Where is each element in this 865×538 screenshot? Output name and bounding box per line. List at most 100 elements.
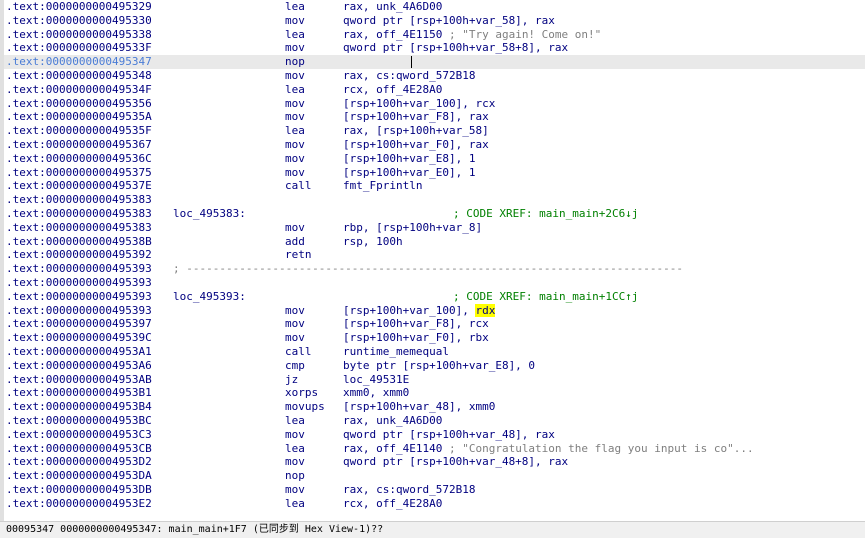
disasm-line[interactable]: .text:000000000049535F lea rax, [rsp+100h+… bbox=[4, 124, 865, 138]
operand-text[interactable]: [rsp+100h+var_E0], 1 bbox=[343, 166, 475, 179]
operand-text[interactable]: [rsp+100h+var_F0], rbx bbox=[343, 331, 489, 344]
disasm-line[interactable]: .text:000000000049534F lea rcx, off_4E28A0 bbox=[4, 83, 865, 97]
disasm-line[interactable]: .text:0000000000495329 lea rax, unk_4A6D00 bbox=[4, 0, 865, 14]
disasm-line[interactable]: .text:0000000000495383 bbox=[4, 193, 865, 207]
line-address[interactable]: .text:000000000049534F bbox=[6, 83, 152, 97]
instruction-mnemonic[interactable]: mov bbox=[285, 152, 305, 166]
disasm-line[interactable]: .text:000000000049533F mov qword ptr [rsp+… bbox=[4, 41, 865, 55]
instruction-operands[interactable]: fmt_Fprintln bbox=[343, 179, 422, 193]
instruction-operands[interactable]: loc_49531E bbox=[343, 373, 409, 387]
line-address[interactable]: .text:00000000004953E2 bbox=[6, 497, 152, 511]
disasm-line[interactable]: .text:00000000004953BC lea rax, unk_4A6D00 bbox=[4, 414, 865, 428]
disasm-line[interactable]: .text:00000000004953B1 xorps xmm0, xmm0 bbox=[4, 386, 865, 400]
instruction-operands[interactable]: rax, cs:qword_572B18 bbox=[343, 483, 475, 497]
disasm-line[interactable]: .text:000000000049537E call fmt_Fprintln bbox=[4, 179, 865, 193]
operand-text[interactable]: qword ptr [rsp+100h+var_58], rax bbox=[343, 14, 555, 27]
operand-text[interactable]: fmt_Fprintln bbox=[343, 179, 422, 192]
instruction-mnemonic[interactable]: mov bbox=[285, 221, 305, 235]
instruction-operands[interactable]: qword ptr [rsp+100h+var_48+8], rax bbox=[343, 455, 568, 469]
disasm-line[interactable]: .text:0000000000495347 nop bbox=[4, 55, 865, 69]
line-address[interactable]: .text:000000000049535A bbox=[6, 110, 152, 124]
disasm-line[interactable]: .text:0000000000495338 lea rax, off_4E1150… bbox=[4, 28, 865, 42]
line-address[interactable]: .text:0000000000495347 bbox=[6, 55, 152, 69]
instruction-operands[interactable]: rax, unk_4A6D00 bbox=[343, 414, 442, 428]
instruction-operands[interactable]: qword ptr [rsp+100h+var_58], rax bbox=[343, 14, 555, 28]
line-address[interactable]: .text:00000000004953D2 bbox=[6, 455, 152, 469]
operand-text[interactable]: [rsp+100h+var_100], rcx bbox=[343, 97, 495, 110]
instruction-operands[interactable]: byte ptr [rsp+100h+var_E8], 0 bbox=[343, 359, 535, 373]
disasm-line[interactable]: .text:00000000004953B4 movups [rsp+100h+va… bbox=[4, 400, 865, 414]
disasm-line[interactable]: .text:00000000004953A1 call runtime_memequ… bbox=[4, 345, 865, 359]
operand-text[interactable]: loc_49531E bbox=[343, 373, 409, 386]
operand-text[interactable]: qword ptr [rsp+100h+var_48], rax bbox=[343, 428, 555, 441]
line-address[interactable]: .text:0000000000495393 bbox=[6, 262, 152, 276]
line-address[interactable]: .text:0000000000495383 bbox=[6, 207, 152, 221]
instruction-mnemonic[interactable]: lea bbox=[285, 442, 305, 456]
line-address[interactable]: .text:0000000000495393 bbox=[6, 290, 152, 304]
operand-text[interactable]: rcx, off_4E28A0 bbox=[343, 83, 442, 96]
disasm-line[interactable]: .text:0000000000495348 mov rax, cs:qword_5… bbox=[4, 69, 865, 83]
instruction-operands[interactable]: rax, unk_4A6D00 bbox=[343, 0, 442, 14]
xref-comment[interactable]: ; CODE XREF: main_main+2C6↓j bbox=[453, 207, 638, 221]
instruction-mnemonic[interactable]: movups bbox=[285, 400, 325, 414]
instruction-mnemonic[interactable]: add bbox=[285, 235, 305, 249]
disasm-line[interactable]: .text:000000000049535A mov [rsp+100h+var_F… bbox=[4, 110, 865, 124]
instruction-operands[interactable]: [rsp+100h+var_F0], rbx bbox=[343, 331, 489, 345]
instruction-mnemonic[interactable]: retn bbox=[285, 248, 312, 262]
operand-text[interactable]: rsp, 100h bbox=[343, 235, 403, 248]
line-address[interactable]: .text:0000000000495330 bbox=[6, 14, 152, 28]
line-address[interactable]: .text:00000000004953AB bbox=[6, 373, 152, 387]
disasm-line[interactable]: .text:000000000049538B add rsp, 100h bbox=[4, 235, 865, 249]
disasm-line[interactable]: .text:00000000004953CB lea rax, off_4E1140… bbox=[4, 442, 865, 456]
operand-text[interactable]: rax, off_4E1140 bbox=[343, 442, 442, 455]
instruction-mnemonic[interactable]: xorps bbox=[285, 386, 318, 400]
instruction-operands[interactable]: rax, off_4E1140 ; "Congratulation the fl… bbox=[343, 442, 754, 456]
instruction-operands[interactable]: rax, off_4E1150 ; "Try again! Come on!" bbox=[343, 28, 601, 42]
operand-text[interactable]: [rsp+100h+var_100], bbox=[343, 304, 475, 317]
xref-comment[interactable]: ; CODE XREF: main_main+1CC↑j bbox=[453, 290, 638, 304]
disasm-line[interactable]: .text:0000000000495383 loc_495383: ; CODE … bbox=[4, 207, 865, 221]
disasm-line[interactable]: .text:0000000000495392 retn bbox=[4, 248, 865, 262]
line-address[interactable]: .text:0000000000495348 bbox=[6, 69, 152, 83]
operand-text[interactable]: rax, unk_4A6D00 bbox=[343, 414, 442, 427]
disasm-line[interactable]: .text:000000000049539C mov [rsp+100h+var_F… bbox=[4, 331, 865, 345]
disasm-line[interactable]: .text:0000000000495393 ; ----------------… bbox=[4, 262, 865, 276]
instruction-mnemonic[interactable]: mov bbox=[285, 304, 305, 318]
line-address[interactable]: .text:00000000004953CB bbox=[6, 442, 152, 456]
line-address[interactable]: .text:000000000049535F bbox=[6, 124, 152, 138]
instruction-operands[interactable]: qword ptr [rsp+100h+var_58+8], rax bbox=[343, 41, 568, 55]
line-address[interactable]: .text:000000000049537E bbox=[6, 179, 152, 193]
operand-text[interactable]: [rsp+100h+var_F0], rax bbox=[343, 138, 489, 151]
instruction-mnemonic[interactable]: jz bbox=[285, 373, 298, 387]
operand-text[interactable]: [rsp+100h+var_F8], rax bbox=[343, 110, 489, 123]
line-address[interactable]: .text:000000000049539C bbox=[6, 331, 152, 345]
operand-text[interactable]: rax, [rsp+100h+var_58] bbox=[343, 124, 489, 137]
line-address[interactable]: .text:00000000004953C3 bbox=[6, 428, 152, 442]
instruction-mnemonic[interactable]: lea bbox=[285, 0, 305, 14]
instruction-operands[interactable]: [rsp+100h+var_F0], rax bbox=[343, 138, 489, 152]
instruction-mnemonic[interactable]: mov bbox=[285, 455, 305, 469]
instruction-operands[interactable]: rcx, off_4E28A0 bbox=[343, 83, 442, 97]
instruction-mnemonic[interactable]: mov bbox=[285, 428, 305, 442]
disasm-line[interactable]: .text:00000000004953DA nop bbox=[4, 469, 865, 483]
disasm-line[interactable]: .text:00000000004953D2 mov qword ptr [rsp+… bbox=[4, 455, 865, 469]
line-address[interactable]: .text:00000000004953DB bbox=[6, 483, 152, 497]
instruction-mnemonic[interactable]: mov bbox=[285, 110, 305, 124]
instruction-mnemonic[interactable]: cmp bbox=[285, 359, 305, 373]
operand-text[interactable]: [rsp+100h+var_F8], rcx bbox=[343, 317, 489, 330]
instruction-mnemonic[interactable]: mov bbox=[285, 166, 305, 180]
instruction-operands[interactable]: [rsp+100h+var_100], rcx bbox=[343, 97, 495, 111]
line-address[interactable]: .text:0000000000495329 bbox=[6, 0, 152, 14]
instruction-mnemonic[interactable]: mov bbox=[285, 14, 305, 28]
line-address[interactable]: .text:0000000000495356 bbox=[6, 97, 152, 111]
instruction-operands[interactable]: rbp, [rsp+100h+var_8] bbox=[343, 221, 482, 235]
disasm-line[interactable]: .text:00000000004953E2 lea rcx, off_4E28A0 bbox=[4, 497, 865, 511]
disasm-line[interactable]: .text:0000000000495356 mov [rsp+100h+var_1… bbox=[4, 97, 865, 111]
instruction-operands[interactable]: rsp, 100h bbox=[343, 235, 403, 249]
disasm-line[interactable]: .text:00000000004953C3 mov qword ptr [rsp+… bbox=[4, 428, 865, 442]
operand-text[interactable]: runtime_memequal bbox=[343, 345, 449, 358]
operand-text[interactable]: rcx, off_4E28A0 bbox=[343, 497, 442, 510]
operand-text[interactable]: rax, cs:qword_572B18 bbox=[343, 483, 475, 496]
instruction-operands[interactable]: qword ptr [rsp+100h+var_48], rax bbox=[343, 428, 555, 442]
instruction-operands[interactable]: [rsp+100h+var_100], rdx bbox=[343, 303, 496, 318]
